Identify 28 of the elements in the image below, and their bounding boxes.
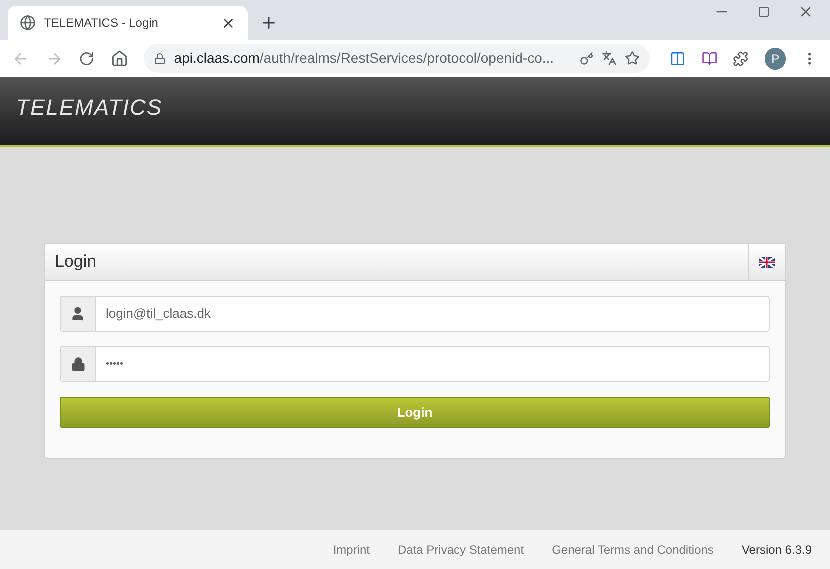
panel-title: Login bbox=[54, 251, 98, 274]
maximize-icon[interactable] bbox=[758, 6, 770, 18]
flag-icon[interactable] bbox=[759, 256, 775, 268]
new-tab-icon[interactable] bbox=[260, 14, 278, 32]
browser-tab[interactable]: TELEMATICS - Login bbox=[8, 6, 248, 40]
footer-link[interactable]: General Terms and Conditions bbox=[552, 540, 714, 558]
book-icon[interactable] bbox=[702, 50, 718, 66]
star-icon[interactable] bbox=[625, 51, 640, 66]
version-text: Version 6.3.9 bbox=[742, 542, 812, 558]
profile-avatar[interactable]: P bbox=[764, 48, 786, 70]
home-icon[interactable] bbox=[110, 50, 128, 68]
username-field[interactable]: login@til_claas.dk bbox=[60, 296, 770, 332]
lock-icon bbox=[70, 356, 86, 372]
user-icon bbox=[70, 306, 86, 322]
footer-link[interactable]: Imprint bbox=[333, 540, 370, 558]
lock-icon bbox=[154, 52, 166, 64]
footer-link[interactable]: Data Privacy Statement bbox=[398, 540, 524, 558]
tab-title: TELEMATICS - Login bbox=[44, 15, 160, 32]
puzzle-icon[interactable] bbox=[733, 50, 749, 66]
login-button[interactable]: Login bbox=[60, 397, 770, 428]
translate-icon[interactable] bbox=[602, 51, 618, 66]
url-text: api.claas.com/auth/realms/RestServices/protocol/openid-co... bbox=[174, 49, 556, 68]
address-bar[interactable]: api.claas.com/auth/realms/RestServices/protocol/openid-co... bbox=[144, 44, 650, 73]
password-field[interactable]: ••••• bbox=[60, 346, 770, 382]
logo: TELEMATICS bbox=[16, 94, 163, 122]
reload-icon[interactable] bbox=[79, 50, 95, 66]
globe-icon bbox=[20, 15, 36, 31]
key-icon[interactable] bbox=[580, 52, 594, 66]
